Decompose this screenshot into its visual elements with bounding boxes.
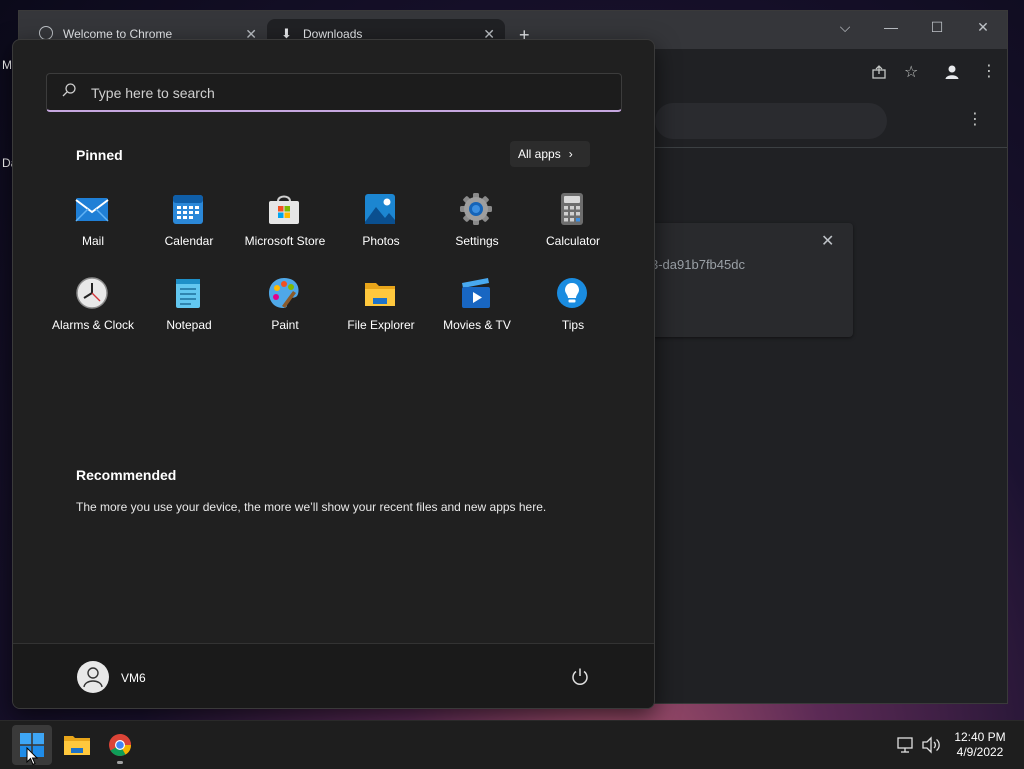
app-label: Settings — [455, 234, 499, 248]
app-label: Tips — [561, 318, 585, 332]
remove-download-icon[interactable]: ✕ — [821, 231, 834, 251]
chrome-menu-icon[interactable]: ⋮ — [981, 61, 997, 81]
all-apps-button[interactable]: All apps › — [510, 141, 590, 167]
volume-icon[interactable] — [921, 735, 941, 755]
tab-search-icon[interactable]: ⌵ — [833, 19, 857, 36]
pinned-app-settings[interactable]: Settings — [429, 192, 525, 268]
recommended-title: Recommended — [76, 467, 177, 483]
recommended-empty-text: The more you use your device, the more w… — [76, 500, 547, 514]
pinned-app-microsoft-store[interactable]: Microsoft Store — [237, 192, 333, 268]
start-menu: Pinned All apps › Mail Calendar — [12, 39, 655, 709]
running-indicator — [117, 761, 123, 764]
share-icon[interactable] — [871, 64, 887, 80]
taskbar-file-explorer[interactable] — [57, 725, 97, 765]
folder-icon — [64, 736, 90, 755]
photos-icon — [365, 194, 395, 224]
pinned-app-tips[interactable]: Tips — [525, 276, 621, 352]
taskbar-clock[interactable]: 12:40 PM 4/9/2022 — [948, 730, 1012, 760]
calendar-icon — [173, 195, 203, 224]
taskbar-chrome[interactable] — [100, 725, 140, 765]
downloads-search[interactable] — [655, 103, 887, 139]
network-icon[interactable] — [896, 735, 916, 755]
bookmark-star-icon[interactable]: ☆ — [904, 62, 918, 82]
profile-icon[interactable] — [944, 64, 960, 80]
maximize-button[interactable]: ☐ — [925, 19, 949, 36]
chevron-right-icon: › — [568, 147, 573, 161]
calculator-icon — [561, 193, 583, 225]
gear-icon — [460, 193, 492, 225]
tips-icon — [557, 278, 587, 308]
app-label: Mail — [81, 234, 104, 248]
mail-icon — [75, 198, 109, 222]
clock-time: 12:40 PM — [954, 730, 1006, 744]
pinned-title: Pinned — [76, 147, 123, 163]
search-icon — [62, 83, 76, 97]
power-icon[interactable] — [569, 666, 591, 688]
chrome-icon — [109, 734, 131, 756]
desktop-label-m: M — [2, 58, 12, 72]
pinned-app-mail[interactable]: Mail — [45, 192, 141, 268]
app-label: Microsoft Store — [244, 234, 326, 248]
app-label: Movies & TV — [443, 318, 511, 332]
globe-icon — [39, 26, 53, 40]
taskbar: 12:40 PM 4/9/2022 — [0, 720, 1024, 769]
pinned-app-calendar[interactable]: Calendar — [141, 192, 237, 268]
pinned-app-file-explorer[interactable]: File Explorer — [333, 276, 429, 352]
store-icon — [269, 195, 299, 224]
user-name[interactable]: VM6 — [121, 671, 146, 685]
folder-icon — [365, 283, 395, 306]
download-item-name[interactable]: 3-da91b7fb45dc — [651, 257, 745, 272]
notepad-icon — [176, 279, 200, 308]
pinned-app-alarms-clock[interactable]: Alarms & Clock — [45, 276, 141, 352]
start-search-box[interactable] — [46, 73, 622, 112]
app-label: File Explorer — [347, 318, 415, 332]
pinned-app-paint[interactable]: Paint — [237, 276, 333, 352]
start-footer: VM6 — [13, 643, 654, 708]
search-input[interactable] — [89, 74, 613, 112]
avatar[interactable] — [77, 661, 109, 693]
pinned-app-movies-tv[interactable]: Movies & TV — [429, 276, 525, 352]
app-label: Calendar — [164, 234, 214, 248]
close-window-button[interactable]: ✕ — [971, 19, 995, 36]
downloads-more-icon[interactable]: ⋮ — [967, 109, 983, 129]
app-label: Photos — [362, 234, 400, 248]
paint-icon — [269, 278, 299, 308]
app-label: Calculator — [545, 234, 601, 248]
clock-icon — [76, 277, 108, 309]
user-icon — [83, 667, 103, 688]
app-label: Alarms & Clock — [51, 318, 134, 332]
minimize-button[interactable]: — — [879, 19, 903, 35]
mouse-cursor-icon — [26, 747, 38, 766]
pinned-app-photos[interactable]: Photos — [333, 192, 429, 268]
pinned-app-calculator[interactable]: Calculator — [525, 192, 621, 268]
movies-icon — [462, 278, 490, 308]
clock-date: 4/9/2022 — [956, 745, 1004, 759]
pinned-app-notepad[interactable]: Notepad — [141, 276, 237, 352]
app-label: Notepad — [166, 318, 212, 332]
app-label: Paint — [271, 318, 299, 332]
all-apps-label: All apps — [518, 147, 561, 161]
